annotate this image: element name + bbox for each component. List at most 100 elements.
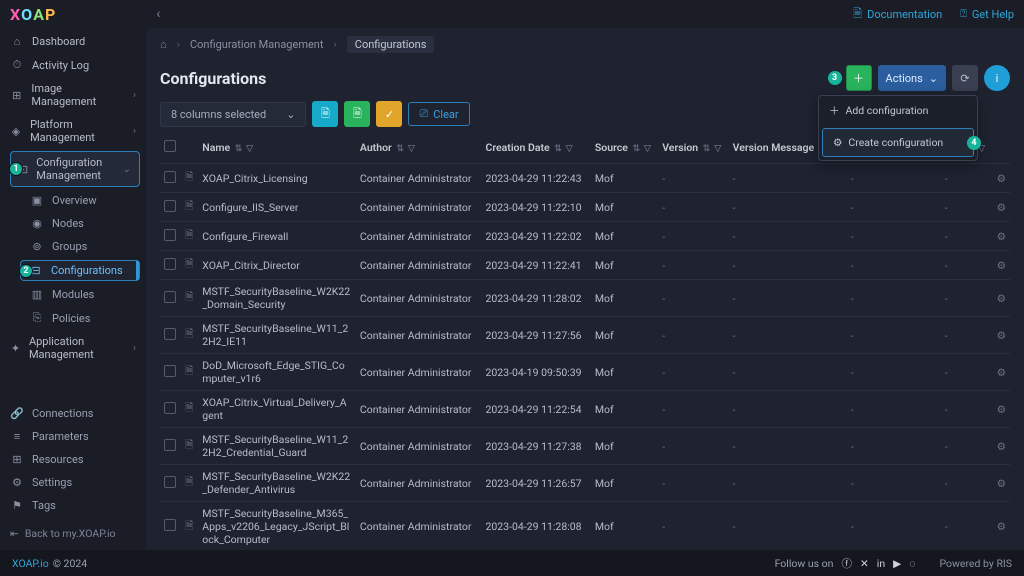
refresh-button[interactable]: ⟳ xyxy=(952,65,978,91)
breadcrumb-item[interactable]: Configuration Management xyxy=(190,38,324,51)
sort-icon[interactable]: ⇅ xyxy=(235,144,243,154)
footer-brand[interactable]: XOAP.io xyxy=(12,557,49,570)
cell-version: - xyxy=(658,251,728,280)
export-button-3[interactable]: ✓ xyxy=(376,101,402,127)
column-header[interactable]: Source ⇅▽ xyxy=(591,135,658,164)
row-settings-icon[interactable]: ⚙ xyxy=(997,403,1006,416)
row-settings-icon[interactable]: ⚙ xyxy=(997,259,1006,272)
filter-icon[interactable]: ▽ xyxy=(566,144,573,154)
sidebar-item-policies[interactable]: ⎘Policies xyxy=(0,306,146,330)
table-row[interactable]: 🗎XOAP_Citrix_LicensingContainer Administ… xyxy=(160,164,1010,193)
row-checkbox[interactable] xyxy=(164,439,176,451)
sidebar-item-nodes[interactable]: ◉Nodes xyxy=(0,212,146,235)
export-button-2[interactable]: 🗎 xyxy=(344,101,370,127)
sort-icon[interactable]: ⇅ xyxy=(554,144,562,154)
table-row[interactable]: 🗎XOAP_Citrix_DirectorContainer Administr… xyxy=(160,251,1010,280)
cell-uploaded-by: - xyxy=(847,354,941,391)
column-header[interactable]: Creation Date ⇅▽ xyxy=(481,135,590,164)
file-icon: 🗎 xyxy=(185,401,193,414)
filter-icon[interactable]: ▽ xyxy=(644,144,651,154)
filter-icon[interactable]: ▽ xyxy=(714,144,721,154)
table-row[interactable]: 🗎MSTF_SecurityBaseline_W11_22H2_Credenti… xyxy=(160,428,1010,465)
dropdown-item-add-configuration[interactable]: ＋Add configuration xyxy=(819,96,977,125)
sidebar-item-connections[interactable]: 🔗Connections xyxy=(0,402,146,425)
facebook-icon[interactable]: ⓕ xyxy=(841,556,852,571)
youtube-icon[interactable]: ▶ xyxy=(893,557,901,570)
row-checkbox[interactable] xyxy=(164,200,176,212)
row-settings-icon[interactable]: ⚙ xyxy=(997,292,1006,305)
row-checkbox[interactable] xyxy=(164,171,176,183)
row-settings-icon[interactable]: ⚙ xyxy=(997,440,1006,453)
column-header[interactable]: Name ⇅▽ xyxy=(198,135,356,164)
table-row[interactable]: 🗎DoD_Microsoft_Edge_STIG_Computer_v1r6Co… xyxy=(160,354,1010,391)
row-settings-icon[interactable]: ⚙ xyxy=(997,201,1006,214)
linkedin-icon[interactable]: in xyxy=(877,557,885,570)
table-row[interactable]: 🗎MSTF_SecurityBaseline_W2K22_Defender_An… xyxy=(160,465,1010,502)
sidebar-item-parameters[interactable]: ≡Parameters xyxy=(0,425,146,448)
get-help-link[interactable]: ⍰Get Help xyxy=(960,7,1014,21)
row-checkbox[interactable] xyxy=(164,476,176,488)
cell-uploaded-by: - xyxy=(847,280,941,317)
info-button[interactable]: i xyxy=(984,65,1010,91)
sidebar-item-groups[interactable]: ⊚Groups xyxy=(0,235,146,258)
table-row[interactable]: 🗎MSTF_SecurityBaseline_W11_22H2_IE11Cont… xyxy=(160,317,1010,354)
file-icon: 🗎 xyxy=(185,228,193,241)
sidebar-item-application-management[interactable]: ✦Application Management› xyxy=(0,330,146,366)
sort-icon[interactable]: ⇅ xyxy=(633,144,641,154)
row-settings-icon[interactable]: ⚙ xyxy=(997,329,1006,342)
row-settings-icon[interactable]: ⚙ xyxy=(997,366,1006,379)
table-row[interactable]: 🗎XOAP_Citrix_Virtual_Delivery_AgentConta… xyxy=(160,391,1010,428)
clear-filters-button[interactable]: ⎚Clear xyxy=(408,102,469,126)
row-checkbox[interactable] xyxy=(164,229,176,241)
table-row[interactable]: 🗎MSTF_SecurityBaseline_M365_Apps_v2206_L… xyxy=(160,502,1010,551)
sidebar-item-configuration-management[interactable]: 1 ⊡ Configuration Management ⌄ xyxy=(10,151,140,187)
documentation-link[interactable]: 🗎Documentation xyxy=(853,5,942,24)
row-checkbox[interactable] xyxy=(164,291,176,303)
home-icon[interactable]: ⌂ xyxy=(160,38,167,51)
row-checkbox[interactable] xyxy=(164,365,176,377)
table-row[interactable]: 🗎MSTF_SecurityBaseline_W2K22_Domain_Secu… xyxy=(160,280,1010,317)
column-header[interactable]: Version ⇅▽ xyxy=(658,135,728,164)
cell-version-message: - xyxy=(729,251,847,280)
filter-icon[interactable]: ▽ xyxy=(246,144,253,154)
cell-source: Mof xyxy=(591,354,658,391)
sidebar-item-image-management[interactable]: ⊞Image Management› xyxy=(0,77,146,113)
row-checkbox[interactable] xyxy=(164,519,176,531)
twitter-icon[interactable]: ✕ xyxy=(860,557,869,570)
export-button-1[interactable]: 🗎 xyxy=(312,101,338,127)
filter-icon[interactable]: ▽ xyxy=(408,144,415,154)
column-header[interactable]: Author ⇅▽ xyxy=(356,135,482,164)
sort-icon[interactable]: ⇅ xyxy=(703,144,711,154)
sidebar-item-modules[interactable]: ▥Modules xyxy=(0,283,146,306)
sidebar-item-tags[interactable]: ⚑Tags xyxy=(0,494,146,517)
github-icon[interactable]: ◌ xyxy=(909,557,915,570)
add-button[interactable]: ＋ xyxy=(846,65,872,91)
sidebar-item-dashboard[interactable]: ⌂Dashboard xyxy=(0,30,146,53)
row-checkbox[interactable] xyxy=(164,402,176,414)
sidebar-collapse-icon[interactable]: ‹ xyxy=(156,6,160,22)
dropdown-item-create-configuration[interactable]: ⚙Create configuration 4 xyxy=(822,128,974,157)
columns-selector[interactable]: 8 columns selected⌄ xyxy=(160,102,306,127)
sort-icon[interactable]: ⇅ xyxy=(396,144,404,154)
row-settings-icon[interactable]: ⚙ xyxy=(997,230,1006,243)
actions-dropdown-button[interactable]: Actions⌄ xyxy=(878,65,946,91)
table-row[interactable]: 🗎Configure_IIS_ServerContainer Administr… xyxy=(160,193,1010,222)
check-icon: ✓ xyxy=(385,108,394,121)
sidebar-item-resources[interactable]: ⊞Resources xyxy=(0,448,146,471)
row-settings-icon[interactable]: ⚙ xyxy=(997,477,1006,490)
cell-date: 2023-04-29 11:22:41 xyxy=(481,251,590,280)
row-checkbox[interactable] xyxy=(164,328,176,340)
sidebar-item-configurations[interactable]: 2 ⊟ Configurations xyxy=(20,260,140,281)
select-all-checkbox[interactable] xyxy=(164,140,176,152)
row-settings-icon[interactable]: ⚙ xyxy=(997,520,1006,533)
row-settings-icon[interactable]: ⚙ xyxy=(997,172,1006,185)
sidebar-item-settings[interactable]: ⚙Settings xyxy=(0,471,146,494)
sidebar-item-platform-management[interactable]: ◈Platform Management› xyxy=(0,113,146,149)
info-icon: i xyxy=(996,72,999,85)
sidebar-item-overview[interactable]: ▣Overview xyxy=(0,189,146,212)
table-row[interactable]: 🗎Configure_FirewallContainer Administrat… xyxy=(160,222,1010,251)
column-header xyxy=(181,135,198,164)
row-checkbox[interactable] xyxy=(164,258,176,270)
back-link[interactable]: ⇤Back to my.XOAP.io xyxy=(0,517,146,546)
sidebar-item-activity-log[interactable]: ⏱Activity Log xyxy=(0,53,146,77)
